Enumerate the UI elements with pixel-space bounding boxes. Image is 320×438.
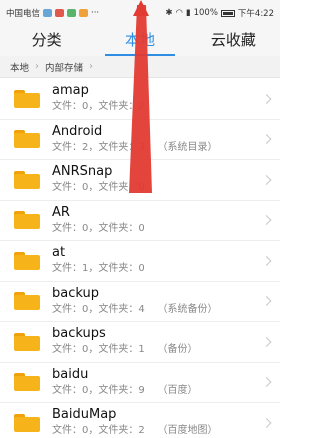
list-item-text: Android 文件：2，文件夹：3 （系统目录）: [52, 124, 217, 155]
breadcrumb: 本地 › 内部存储 ›: [0, 56, 280, 78]
folder-icon: [14, 292, 40, 311]
folder-meta: 文件：1，文件夹：0: [52, 263, 145, 275]
list-item-text: BaiduMap 文件：0，文件夹：2 （百度地图）: [52, 407, 217, 438]
folder-icon: [14, 251, 40, 270]
status-left: 中国电信 ···: [6, 7, 99, 19]
tab-bar: 分类 本地 云收藏: [0, 26, 280, 56]
chevron-right-icon: [261, 296, 272, 307]
chevron-right-icon: [261, 174, 272, 185]
folder-icon: [14, 332, 40, 351]
clock: 下午4:22: [237, 9, 274, 19]
folder-name: AR: [52, 204, 70, 220]
breadcrumb-internal-storage[interactable]: 内部存储: [45, 60, 83, 74]
folder-name: baidu: [52, 366, 89, 382]
folder-icon: [14, 170, 40, 189]
list-item-text: backups 文件：0，文件夹：1 （备份）: [52, 326, 197, 357]
folder-name: BaiduMap: [52, 407, 117, 423]
list-item[interactable]: BaiduMap 文件：0，文件夹：2 （百度地图）: [0, 403, 280, 438]
folder-meta: 文件：0，文件夹：9 （百度）: [52, 384, 198, 396]
list-item[interactable]: ANRSnap 文件：0，文件夹：0: [0, 160, 280, 201]
breadcrumb-local[interactable]: 本地: [10, 60, 29, 74]
folder-meta: 文件：0，文件夹：0: [52, 182, 145, 194]
cloud-icon: [43, 9, 53, 17]
status-bar: 中国电信 ··· ✱ ◠ ▮ 100% 下午4:22: [0, 0, 280, 26]
folder-meta: 文件：2，文件夹：3 （系统目录）: [52, 141, 218, 153]
folder-meta: 文件：0，文件夹：0: [52, 222, 145, 234]
chevron-right-icon: [261, 93, 272, 104]
list-item[interactable]: AR 文件：0，文件夹：0: [0, 201, 280, 241]
list-item[interactable]: backup 文件：0，文件夹：4 （系统备份）: [0, 282, 280, 322]
chevron-right-icon: [261, 215, 272, 226]
chevron-right-icon: [261, 336, 272, 347]
folder-icon: [14, 130, 40, 149]
folder-name: backups: [52, 326, 106, 342]
list-item-text: baidu 文件：0，文件夹：9 （百度）: [52, 367, 197, 398]
folder-name: ANRSnap: [52, 164, 113, 180]
list-item[interactable]: Android 文件：2，文件夹：3 （系统目录）: [0, 120, 280, 160]
app-icon-red: [55, 9, 65, 17]
battery-percent: 100%: [193, 8, 218, 18]
tab-cloud-favorites[interactable]: 云收藏: [187, 26, 280, 56]
chevron-right-icon: [261, 417, 272, 428]
signal-icon: ▮: [185, 8, 191, 18]
list-item[interactable]: baidu 文件：0，文件夹：9 （百度）: [0, 363, 280, 403]
list-item-text: backup 文件：0，文件夹：4 （系统备份）: [52, 286, 217, 317]
tab-category[interactable]: 分类: [0, 26, 93, 56]
app-icon-orange: [79, 9, 89, 17]
bluetooth-icon: ✱: [165, 8, 173, 18]
tab-local[interactable]: 本地: [93, 26, 186, 56]
chevron-right-icon: ›: [89, 61, 94, 72]
folder-name: backup: [52, 285, 99, 301]
status-right: ✱ ◠ ▮ 100% 下午4:22: [165, 7, 274, 19]
folder-name: at: [52, 245, 66, 261]
list-item[interactable]: amap 文件：0，文件夹：2: [0, 79, 280, 120]
folder-name: Android: [52, 123, 103, 139]
folder-icon: [14, 89, 40, 108]
folder-name: amap: [52, 83, 89, 99]
folder-meta: 文件：0，文件夹：2: [52, 101, 145, 113]
list-item-text: AR 文件：0，文件夹：0: [52, 205, 145, 236]
folder-icon: [14, 373, 40, 392]
chevron-right-icon: ›: [35, 61, 40, 72]
chevron-right-icon: [261, 377, 272, 388]
app-icon-green: [67, 9, 77, 17]
list-item-text: amap 文件：0，文件夹：2: [52, 83, 145, 114]
folder-meta: 文件：0，文件夹：1 （备份）: [52, 344, 198, 356]
battery-icon: [220, 9, 235, 17]
carrier-label: 中国电信: [6, 9, 41, 19]
list-item-text: ANRSnap 文件：0，文件夹：0: [52, 164, 145, 195]
wifi-icon: ◠: [175, 8, 183, 18]
chevron-right-icon: [261, 255, 272, 266]
folder-meta: 文件：0，文件夹：4 （系统备份）: [52, 303, 218, 315]
chevron-right-icon: [261, 134, 272, 145]
list-item[interactable]: at 文件：1，文件夹：0: [0, 241, 280, 282]
folder-icon: [14, 211, 40, 230]
list-item[interactable]: backups 文件：0，文件夹：1 （备份）: [0, 322, 280, 363]
folder-meta: 文件：0，文件夹：2 （百度地图）: [52, 425, 218, 437]
more-dots-icon: ···: [91, 8, 100, 18]
folder-icon: [14, 413, 40, 432]
folder-list: amap 文件：0，文件夹：2 Android 文件：2，文件夹：3 （系统目录…: [0, 79, 280, 438]
list-item-text: at 文件：1，文件夹：0: [52, 245, 145, 276]
